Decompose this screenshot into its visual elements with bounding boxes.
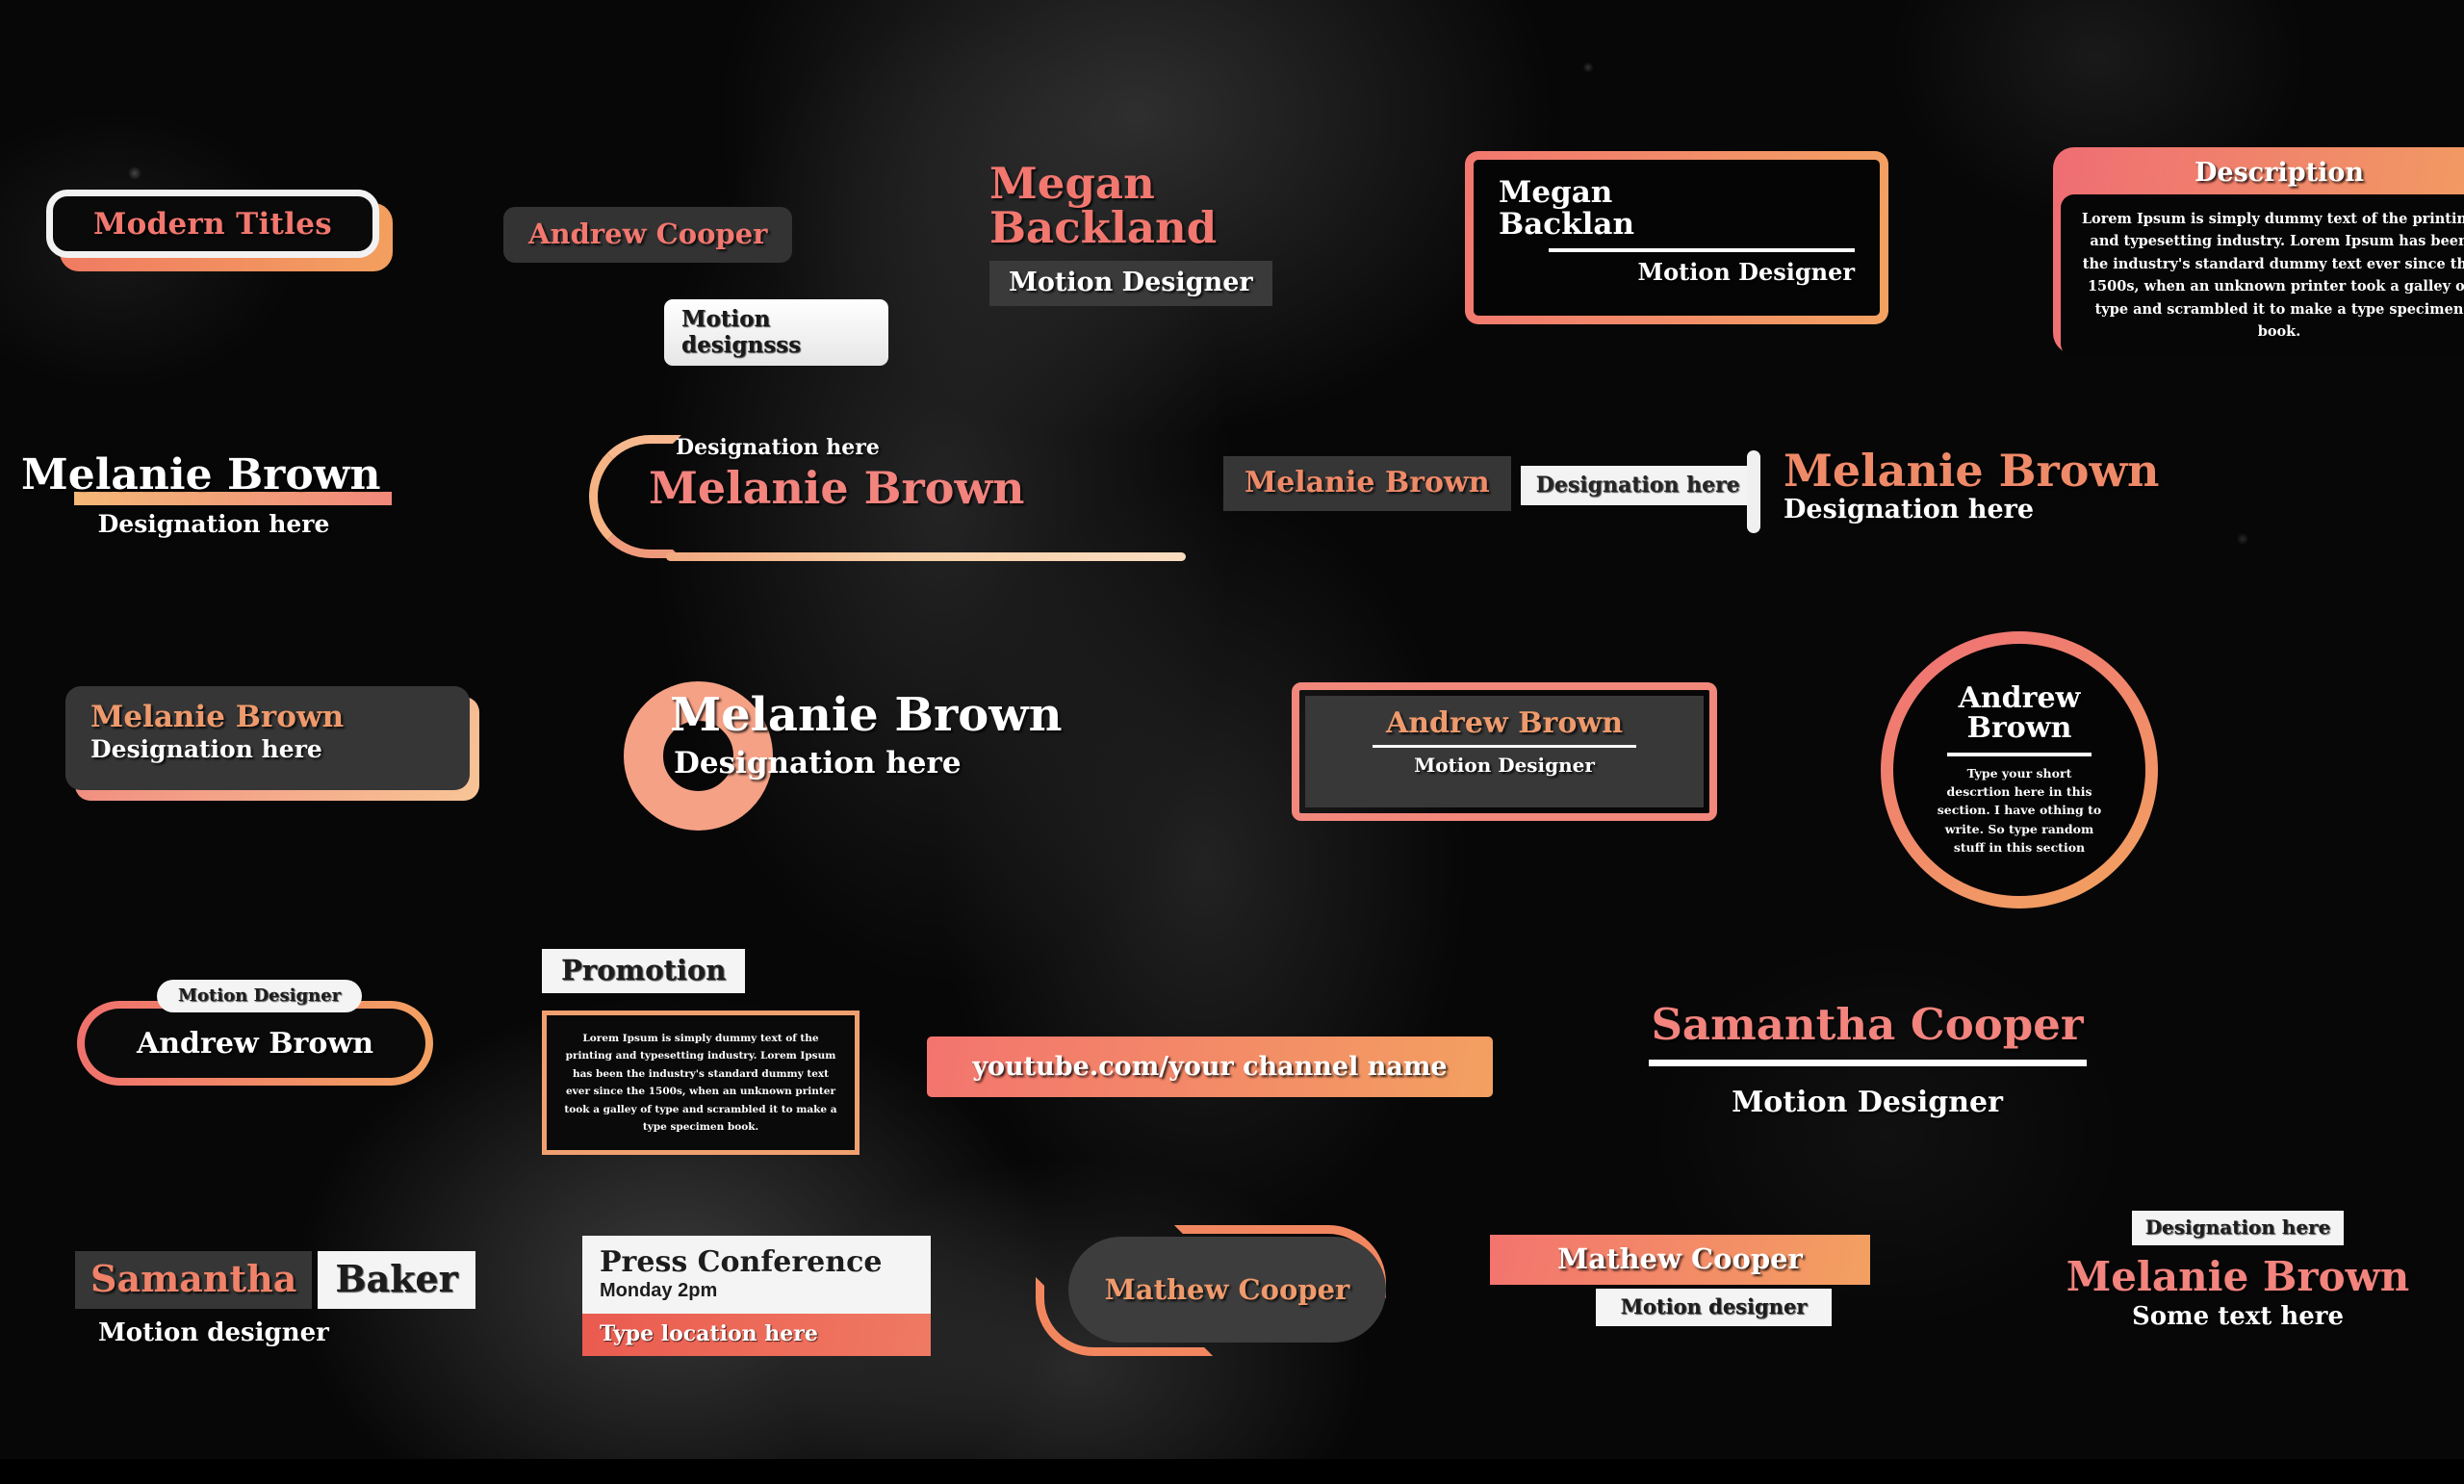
- press-conference-panel: Press Conference Monday 2pm: [582, 1236, 931, 1314]
- melanie-sidebar-role: Designation here: [1784, 495, 2035, 525]
- melanie-card-name: Melanie Brown: [90, 700, 345, 734]
- melanie-ring-role: Designation here: [674, 746, 962, 780]
- andrew-boxed-divider: [1373, 745, 1636, 748]
- mathew-cooper-bar-title[interactable]: Mathew Cooper Motion designer: [1490, 1235, 1870, 1326]
- press-conference-location: Type location here: [582, 1314, 931, 1356]
- samantha-baker-last: Baker: [318, 1251, 475, 1309]
- melanie-arc-title[interactable]: Designation here Melanie Brown: [589, 435, 1186, 565]
- melanie-arc-name: Melanie Brown: [649, 462, 1025, 514]
- megan-framed-divider: [1549, 247, 1855, 252]
- melanie-ring-name: Melanie Brown: [670, 688, 1063, 742]
- samantha-baker-row: Samantha Baker: [75, 1251, 475, 1309]
- samantha-baker-first: Samantha: [75, 1251, 313, 1309]
- modern-titles-label: Modern Titles: [92, 206, 333, 242]
- melanie-card-title[interactable]: Melanie Brown Designation here: [65, 686, 479, 801]
- description-body: Lorem Ipsum is simply dummy text of the …: [2061, 194, 2464, 357]
- press-conference-title: Press Conference: [600, 1245, 883, 1279]
- andrew-pill-role: Motion Designer: [157, 980, 363, 1012]
- andrew-circle-divider: [1947, 752, 2092, 756]
- samantha-cooper-divider: [1648, 1060, 2087, 1066]
- melanie-sidebar-name: Melanie Brown: [1784, 445, 2160, 497]
- circle-surface: Andrew Brown Type your short descrtion h…: [1893, 644, 2145, 896]
- samantha-baker-title[interactable]: Samantha Baker Motion designer: [75, 1251, 475, 1347]
- samantha-cooper-title[interactable]: Samantha Cooper Motion Designer: [1569, 999, 2166, 1119]
- pill-outline: Andrew Brown: [77, 1001, 433, 1086]
- samantha-cooper-role: Motion Designer: [1732, 1086, 2003, 1119]
- melanie-sidebar-title[interactable]: Melanie Brown Designation here: [1747, 445, 2160, 533]
- melanie-arc-role: Designation here: [676, 435, 880, 460]
- accent-stripe: [1747, 450, 1760, 533]
- promotion-panel[interactable]: Promotion Lorem Ipsum is simply dummy te…: [542, 949, 860, 1156]
- card-surface: Melanie Brown Designation here: [65, 686, 470, 790]
- samantha-cooper-name: Samantha Cooper: [1651, 999, 2084, 1050]
- andrew-boxed-name: Andrew Brown: [1385, 706, 1624, 740]
- megan-framed-role: Motion Designer: [1637, 257, 1855, 286]
- andrew-circle-body: Type your short descrtion here in this s…: [1937, 765, 2102, 856]
- promotion-body: Lorem Ipsum is simply dummy text of the …: [542, 1011, 860, 1156]
- megan-backland-line2: Backland: [989, 202, 1218, 254]
- megan-backland-title[interactable]: Megan Backland Motion Designer: [989, 158, 1336, 306]
- andrew-circle-line2: Brown: [1966, 711, 2072, 746]
- andrew-cooper-title[interactable]: Andrew Cooper Motion designsss: [503, 207, 888, 366]
- titles-canvas: Modern Titles Andrew Cooper Motion desig…: [0, 0, 2464, 1484]
- melanie-br-sub: Some text here: [2131, 1302, 2345, 1331]
- badge-frame: Modern Titles: [46, 190, 379, 258]
- youtube-url-text: youtube.com/your channel name: [972, 1052, 1448, 1082]
- description-panel[interactable]: Description Lorem Ipsum is simply dummy …: [2053, 147, 2464, 357]
- youtube-url-bar[interactable]: youtube.com/your channel name: [927, 1036, 1493, 1097]
- melanie-boxed-name: Melanie Brown: [1223, 456, 1511, 511]
- andrew-cooper-name: Andrew Cooper: [503, 207, 793, 263]
- press-conference-when: Monday 2pm: [600, 1280, 718, 1301]
- megan-backlan-framed-title[interactable]: Megan Backlan Motion Designer: [1465, 151, 1888, 324]
- andrew-boxed-role: Motion Designer: [1414, 754, 1595, 777]
- mathew-cooper-bracket-title[interactable]: Mathew Cooper: [1028, 1225, 1394, 1356]
- megan-backland-role: Motion Designer: [989, 260, 1272, 306]
- andrew-circle-line1: Andrew: [1958, 680, 2081, 715]
- melanie-boxed-title[interactable]: Melanie Brown Designation here: [1223, 456, 1756, 511]
- mathew-bar-role: Motion designer: [1596, 1289, 1832, 1326]
- promotion-heading: Promotion: [542, 949, 746, 993]
- mathew-cooper-name: Mathew Cooper: [1104, 1273, 1350, 1306]
- modern-titles-badge[interactable]: Modern Titles: [46, 190, 393, 271]
- megan-backland-line1: Megan: [989, 158, 1155, 209]
- melanie-bottom-right-title[interactable]: Designation here Melanie Brown Some text…: [2031, 1211, 2445, 1331]
- andrew-cooper-role: Motion designsss: [664, 299, 888, 366]
- andrew-boxed-title[interactable]: Andrew Brown Motion Designer: [1292, 682, 1717, 821]
- andrew-pill-name: Andrew Brown: [136, 1026, 374, 1061]
- melanie-arc-underline: [666, 552, 1186, 561]
- mathew-cooper-capsule: Mathew Cooper: [1068, 1237, 1386, 1343]
- melanie-ring-title[interactable]: Melanie Brown Designation here: [624, 674, 1182, 837]
- melanie-card-role: Designation here: [90, 735, 322, 763]
- description-heading: Description: [2194, 158, 2364, 188]
- bottom-letterbox-bar: [0, 1459, 2464, 1484]
- megan-framed-line1: Megan: [1499, 175, 1613, 210]
- megan-framed-line2: Backlan: [1499, 206, 1635, 242]
- press-conference-card[interactable]: Press Conference Monday 2pm Type locatio…: [582, 1236, 931, 1356]
- mathew-bar-name: Mathew Cooper: [1490, 1235, 1870, 1285]
- melanie-underline-title[interactable]: Melanie Brown Designation here: [21, 450, 483, 538]
- samantha-baker-role: Motion designer: [98, 1318, 329, 1347]
- melanie-br-designation: Designation here: [2131, 1211, 2345, 1245]
- andrew-circle-title[interactable]: Andrew Brown Type your short descrtion h…: [1881, 631, 2158, 908]
- andrew-pill-title[interactable]: Andrew Brown Motion Designer: [77, 980, 433, 1086]
- melanie-underline-name: Melanie Brown: [21, 450, 381, 499]
- melanie-underline-role: Designation here: [97, 510, 330, 538]
- andrew-boxed-surface: Andrew Brown Motion Designer: [1305, 696, 1704, 807]
- melanie-br-name: Melanie Brown: [2066, 1253, 2410, 1300]
- melanie-boxed-role: Designation here: [1520, 466, 1756, 505]
